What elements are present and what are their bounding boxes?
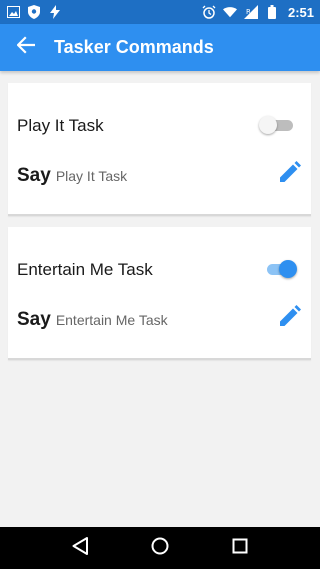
app-bar: Tasker Commands bbox=[0, 24, 320, 71]
pencil-icon bbox=[279, 160, 301, 188]
say-text: Play It Task bbox=[55, 168, 128, 184]
task-card: Entertain Me Task Say Entertain Me Task bbox=[8, 227, 311, 360]
recents-square-icon bbox=[232, 538, 248, 559]
say-text: Entertain Me Task bbox=[55, 312, 168, 328]
edit-button[interactable] bbox=[277, 160, 303, 188]
wifi-icon bbox=[222, 5, 237, 19]
battery-icon bbox=[265, 5, 279, 19]
edit-button[interactable] bbox=[277, 304, 303, 332]
back-button[interactable] bbox=[4, 26, 48, 70]
task-enabled-toggle[interactable] bbox=[259, 116, 295, 134]
say-row: Say Entertain Me Task bbox=[17, 309, 168, 331]
task-card: Play It Task Say Play It Task bbox=[8, 83, 311, 216]
nav-home-button[interactable] bbox=[140, 528, 180, 568]
nav-back-button[interactable] bbox=[60, 528, 100, 568]
say-label: Say bbox=[17, 165, 51, 186]
toggle-thumb bbox=[259, 116, 277, 134]
image-icon bbox=[6, 5, 20, 19]
signal-icon: R bbox=[243, 5, 258, 19]
shield-icon bbox=[27, 5, 41, 19]
task-title: Entertain Me Task bbox=[17, 260, 153, 279]
svg-text:R: R bbox=[246, 8, 251, 16]
home-circle-icon bbox=[151, 537, 169, 560]
say-row: Say Play It Task bbox=[17, 165, 127, 187]
task-list: Play It Task Say Play It Task Entertain … bbox=[0, 71, 320, 527]
task-enabled-toggle[interactable] bbox=[265, 260, 297, 278]
page-title: Tasker Commands bbox=[54, 37, 214, 57]
system-nav-bar bbox=[0, 527, 320, 569]
status-bar: R 2:51 bbox=[0, 0, 320, 24]
pencil-icon bbox=[279, 304, 301, 332]
back-triangle-icon bbox=[72, 536, 88, 560]
say-label: Say bbox=[17, 309, 51, 330]
toggle-thumb bbox=[279, 260, 297, 278]
task-title: Play It Task bbox=[17, 116, 104, 135]
nav-recents-button[interactable] bbox=[220, 528, 260, 568]
flash-icon bbox=[48, 5, 62, 19]
status-time: 2:51 bbox=[287, 4, 314, 20]
alarm-icon bbox=[202, 5, 216, 19]
arrow-back-icon bbox=[16, 36, 36, 59]
